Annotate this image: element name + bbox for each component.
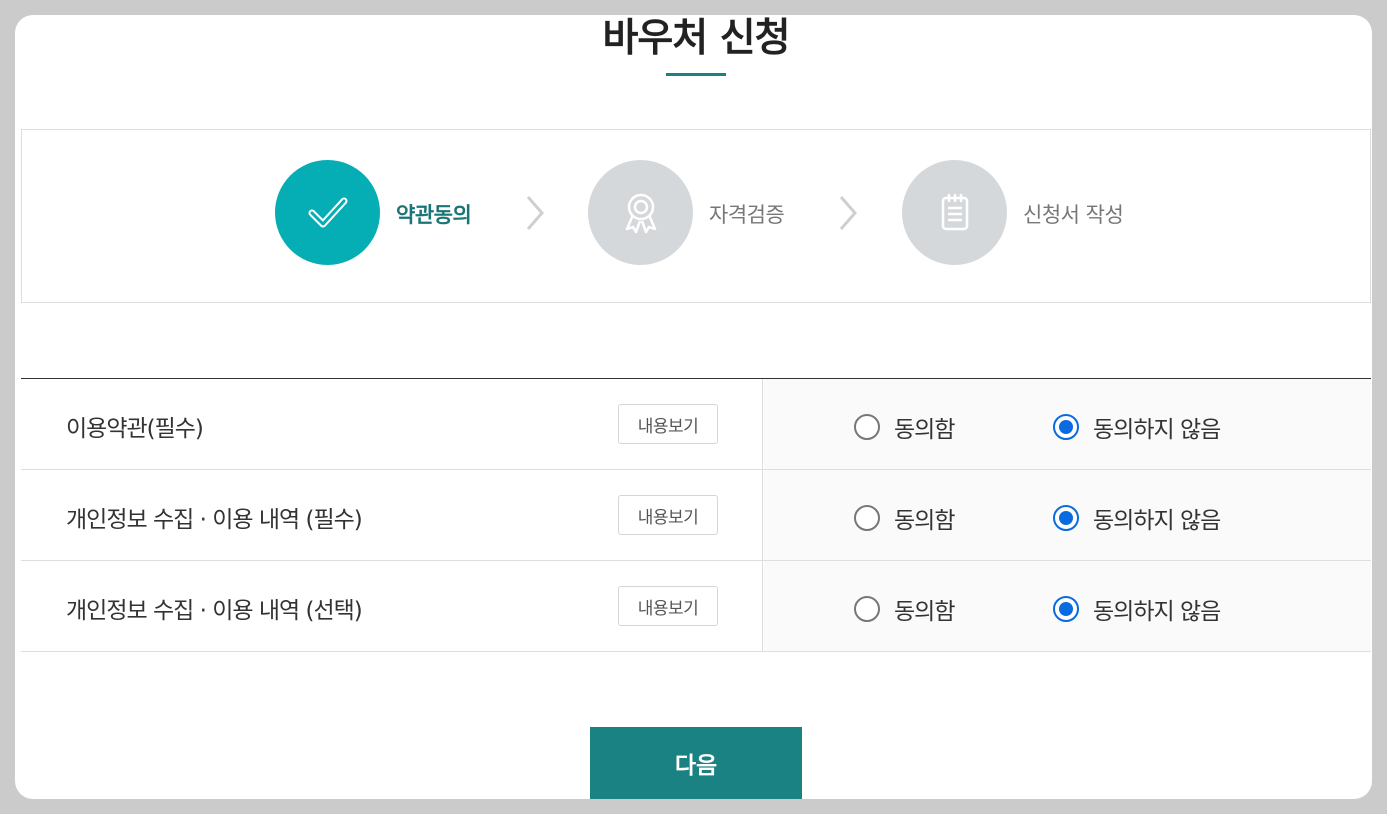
chevron-right-icon <box>526 196 544 230</box>
agreement-choice-cell: 동의함 동의하지 않음 <box>764 561 1371 651</box>
table-row: 이용약관(필수) 내용보기 동의함 동의하지 않음 <box>21 379 1371 470</box>
table-row: 개인정보 수집 · 이용 내역 (필수) 내용보기 동의함 동의하지 않음 <box>21 470 1371 561</box>
next-button[interactable]: 다음 <box>590 727 802 799</box>
agreement-table: 이용약관(필수) 내용보기 동의함 동의하지 않음 개인정보 수집 · 이용 내… <box>21 378 1371 652</box>
disagree-radio[interactable] <box>1053 596 1079 622</box>
agreement-choice-cell: 동의함 동의하지 않음 <box>764 470 1371 560</box>
agree-radio-option[interactable]: 동의함 <box>854 410 955 444</box>
disagree-radio-label: 동의하지 않음 <box>1093 599 1221 625</box>
agreement-title-cell: 개인정보 수집 · 이용 내역 (필수) 내용보기 <box>21 470 763 560</box>
award-icon <box>625 193 656 233</box>
table-row: 개인정보 수집 · 이용 내역 (선택) 내용보기 동의함 동의하지 않음 <box>21 561 1371 652</box>
disagree-radio-label: 동의하지 않음 <box>1093 508 1221 534</box>
check-icon <box>308 197 347 227</box>
step-3-circle <box>902 160 1007 265</box>
chevron-right-icon <box>839 196 857 230</box>
title-underline <box>666 73 726 76</box>
agree-radio[interactable] <box>854 596 880 622</box>
page-title: 바우처 신청 <box>602 16 791 61</box>
agreement-title: 이용약관(필수) <box>66 416 204 442</box>
disagree-radio-option[interactable]: 동의하지 않음 <box>1053 410 1221 444</box>
view-terms-button[interactable]: 내용보기 <box>618 404 718 444</box>
disagree-radio[interactable] <box>1053 414 1079 440</box>
agreement-title-cell: 이용약관(필수) 내용보기 <box>21 379 763 469</box>
step-3-label: 신청서 작성 <box>1023 203 1124 227</box>
step-indicator: 약관동의 자격검증 신청서 작성 <box>21 129 1371 303</box>
agreement-title-cell: 개인정보 수집 · 이용 내역 (선택) 내용보기 <box>21 561 763 651</box>
view-privacy-optional-button[interactable]: 내용보기 <box>618 586 718 626</box>
step-2-label: 자격검증 <box>709 203 785 227</box>
view-privacy-required-button[interactable]: 내용보기 <box>618 495 718 535</box>
agree-radio-label: 동의함 <box>894 599 955 625</box>
agree-radio-option[interactable]: 동의함 <box>854 501 955 535</box>
agree-radio[interactable] <box>854 505 880 531</box>
agree-radio-label: 동의함 <box>894 508 955 534</box>
step-1-label: 약관동의 <box>396 203 472 227</box>
agreement-choice-cell: 동의함 동의하지 않음 <box>764 379 1371 469</box>
step-1-circle <box>275 160 380 265</box>
disagree-radio-option[interactable]: 동의하지 않음 <box>1053 501 1221 535</box>
document-icon <box>941 193 968 230</box>
disagree-radio[interactable] <box>1053 505 1079 531</box>
agreement-title: 개인정보 수집 · 이용 내역 (선택) <box>66 598 363 624</box>
agree-radio-label: 동의함 <box>894 417 955 443</box>
agree-radio[interactable] <box>854 414 880 440</box>
disagree-radio-option[interactable]: 동의하지 않음 <box>1053 592 1221 626</box>
agree-radio-option[interactable]: 동의함 <box>854 592 955 626</box>
disagree-radio-label: 동의하지 않음 <box>1093 417 1221 443</box>
voucher-application-modal: 바우처 신청 약관동의 자격검증 신청서 작성 이용약관(필수) 내용보기 동의… <box>15 15 1372 799</box>
agreement-title: 개인정보 수집 · 이용 내역 (필수) <box>66 507 363 533</box>
step-2-circle <box>588 160 693 265</box>
